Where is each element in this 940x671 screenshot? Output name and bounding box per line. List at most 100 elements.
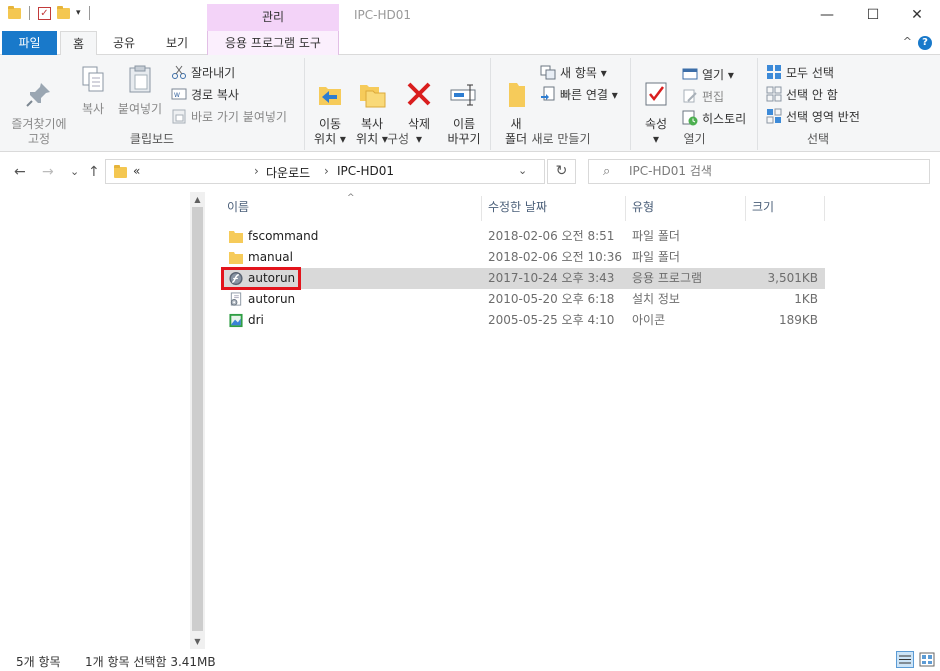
tab-view[interactable]: 보기	[154, 31, 200, 55]
rename-button[interactable]: 이름 바꾸기	[442, 64, 486, 162]
collapse-ribbon-icon[interactable]: ^	[903, 35, 912, 48]
customize-qat-dropdown-icon[interactable]: ▾	[76, 8, 81, 18]
back-button[interactable]: ←	[14, 164, 26, 180]
copy-icon	[82, 66, 104, 92]
up-button[interactable]: ↑	[88, 164, 100, 180]
separator	[29, 6, 30, 20]
search-box[interactable]: ⌕ IPC-HD01 검색	[588, 159, 930, 184]
file-type: 파일 폴더	[632, 229, 680, 243]
file-type: 응용 프로그램	[632, 271, 703, 285]
select-none-button[interactable]: 선택 안 함	[766, 84, 838, 104]
folder-icon	[114, 165, 127, 178]
close-button[interactable]: ✕	[894, 0, 940, 31]
select-none-label: 선택 안 함	[786, 87, 838, 102]
tab-home[interactable]: 홈	[60, 31, 97, 56]
rename-icon	[450, 84, 476, 106]
new-folder-qat-icon[interactable]	[57, 5, 70, 19]
details-view-icon[interactable]	[896, 651, 914, 668]
file-date: 2010-05-20 오후 6:18	[488, 292, 615, 306]
breadcrumb-separator[interactable]: ›	[324, 164, 329, 178]
navigation-bar: ← → ⌄ ↑ « › 다운로드 › IPC-HD01 ⌄ ↻ ⌕ IPC-HD…	[0, 152, 940, 192]
file-explorer-window: ✓ ▾ 관리 IPC-HD01 — ☐ ✕ 파일 홈 공유 보기 응용 프로그램…	[0, 0, 940, 671]
delete-x-icon	[407, 82, 431, 106]
address-bar[interactable]: « › 다운로드 › IPC-HD01 ⌄	[105, 159, 545, 184]
table-row[interactable]: manual 2018-02-06 오전 10:36 파일 폴더	[221, 247, 825, 268]
file-type: 아이콘	[632, 313, 666, 327]
copy-path-button[interactable]: W 경로 복사	[171, 84, 239, 104]
scrollbar-thumb[interactable]	[192, 207, 203, 631]
invert-selection-icon	[766, 108, 782, 124]
organize-group-label: 구성	[386, 132, 410, 146]
invert-selection-button[interactable]: 선택 영역 반전	[766, 106, 860, 126]
file-name: dri	[248, 313, 264, 327]
setup-info-icon	[230, 292, 242, 306]
history-button[interactable]: 히스토리	[682, 108, 746, 128]
new-folder-icon	[509, 83, 525, 107]
select-all-icon	[767, 65, 781, 79]
file-size: 1KB	[794, 292, 818, 306]
new-folder-button[interactable]: 새 폴더	[496, 64, 536, 162]
minimize-button[interactable]: —	[804, 0, 850, 31]
forward-button[interactable]: →	[42, 164, 54, 180]
large-icons-view-icon[interactable]	[918, 651, 936, 668]
move-to-button[interactable]: 이동 위치 ▾	[310, 64, 350, 162]
maximize-button[interactable]: ☐	[850, 0, 896, 31]
window-title: IPC-HD01	[354, 8, 412, 22]
pin-quick-access-button[interactable]: 즐겨찾기에 고정	[4, 64, 74, 162]
delete-button[interactable]: 삭제 ▾	[402, 64, 436, 162]
open-icon	[682, 68, 698, 80]
column-type[interactable]: 유형	[626, 196, 746, 221]
properties-button[interactable]: 속성 ▾	[636, 64, 676, 162]
breadcrumb-current[interactable]: IPC-HD01	[337, 164, 394, 178]
clipboard-group-label: 클립보드	[129, 132, 175, 146]
paste-icon	[129, 65, 151, 93]
tab-share[interactable]: 공유	[101, 31, 147, 55]
select-all-button[interactable]: 모두 선택	[766, 62, 834, 82]
ribbon-tabs: 파일 홈 공유 보기 응용 프로그램 도구 ^ ?	[0, 31, 940, 56]
paste-button[interactable]: 붙여넣기	[114, 64, 166, 117]
navigation-pane-scrollbar[interactable]: ▲ ▼	[190, 192, 205, 649]
address-dropdown-icon[interactable]: ⌄	[518, 164, 527, 177]
tab-app-tools[interactable]: 응용 프로그램 도구	[207, 31, 339, 55]
copy-to-icon	[360, 85, 386, 108]
cut-label: 잘라내기	[191, 65, 236, 80]
help-icon[interactable]: ?	[918, 36, 932, 50]
file-date: 2005-05-25 오후 4:10	[488, 313, 615, 327]
new-item-label: 새 항목 ▾	[560, 65, 607, 80]
breadcrumb-downloads[interactable]: 다운로드	[266, 164, 310, 181]
refresh-button[interactable]: ↻	[547, 159, 576, 184]
copy-button[interactable]: 복사	[76, 64, 110, 117]
pin-icon	[26, 83, 50, 107]
easy-access-button[interactable]: 빠른 연결 ▾	[540, 84, 618, 104]
copy-to-button[interactable]: 복사 위치 ▾	[352, 64, 392, 162]
tab-file[interactable]: 파일	[2, 31, 57, 55]
address-overflow[interactable]: «	[133, 164, 140, 178]
file-list-header: ^ 이름 수정한 날짜 유형 크기	[221, 193, 825, 221]
column-size[interactable]: 크기	[746, 196, 825, 221]
properties-check-icon[interactable]: ✓	[38, 6, 51, 20]
move-to-icon	[319, 87, 341, 105]
search-placeholder: IPC-HD01 검색	[629, 164, 712, 178]
quick-access-toolbar: ✓ ▾	[8, 5, 92, 20]
table-row[interactable]: fscommand 2018-02-06 오전 8:51 파일 폴더	[221, 226, 825, 247]
properties-icon	[645, 82, 667, 106]
column-date-modified[interactable]: 수정한 날짜	[482, 196, 626, 221]
organize-group: 이동 위치 ▾ 복사 위치 ▾ 삭제 ▾ 이름 바꾸기 구성	[306, 58, 491, 150]
copy-label: 복사	[81, 102, 105, 116]
cut-button[interactable]: 잘라내기	[171, 62, 235, 82]
search-icon: ⌕	[603, 164, 611, 179]
recent-locations-button[interactable]: ⌄	[70, 165, 79, 178]
scroll-up-icon[interactable]: ▲	[190, 195, 205, 204]
table-row[interactable]: autorun 2017-10-24 오후 3:43 응용 프로그램 3,501…	[221, 267, 825, 290]
new-item-button[interactable]: 새 항목 ▾	[540, 62, 607, 82]
table-row[interactable]: autorun 2010-05-20 오후 6:18 설치 정보 1KB	[221, 289, 825, 310]
breadcrumb-separator[interactable]: ›	[254, 164, 259, 178]
column-name[interactable]: 이름	[221, 196, 482, 221]
paste-shortcut-button[interactable]: 바로 가기 붙여넣기	[171, 106, 287, 126]
folder-icon	[229, 231, 243, 243]
table-row[interactable]: dri 2005-05-25 오후 4:10 아이콘 189KB	[221, 310, 825, 331]
open-button[interactable]: 열기 ▾	[682, 64, 734, 84]
edit-button[interactable]: 편집	[682, 86, 724, 106]
scroll-down-icon[interactable]: ▼	[190, 637, 205, 646]
folder-icon	[229, 252, 243, 264]
